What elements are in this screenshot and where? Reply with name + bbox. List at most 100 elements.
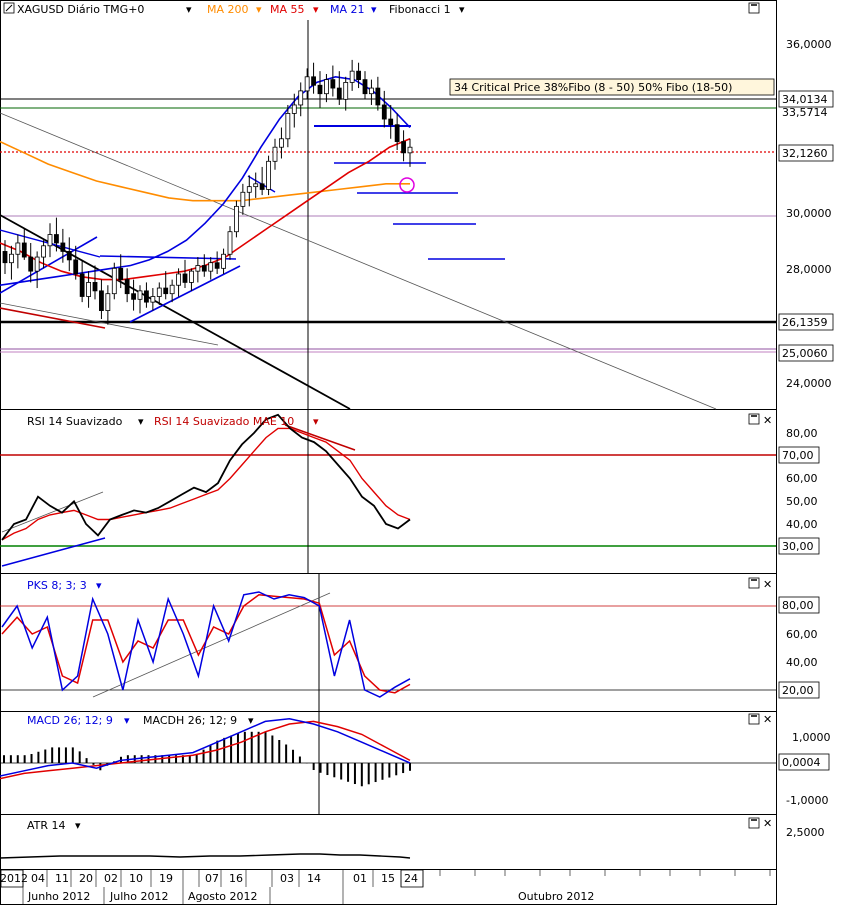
atr-close-icon[interactable]: ✕ [763,817,772,830]
rsi-trend-line-blue [1,537,106,567]
candle-body [362,79,368,95]
rsi-close-icon[interactable]: ✕ [763,414,772,427]
ma200-label[interactable]: MA 200 [207,3,249,16]
macd-close-icon[interactable]: ✕ [763,713,772,726]
atr-title[interactable]: ATR 14 [27,819,66,832]
macd-dropdown-icon[interactable]: ▾ [124,714,130,727]
fibonacci-dropdown-icon[interactable]: ▾ [459,3,465,16]
time-year-label: 2012 [0,872,28,885]
candle-body [369,87,374,95]
pks-dropdown-icon[interactable]: ▾ [96,579,102,592]
price-label-26-1359: 26,1359 [782,316,828,329]
time-day-10: 10 [129,872,143,885]
price-label-34-0134: 34,0134 [782,93,828,106]
macd-panel[interactable]: MACD 26; 12; 9 ▾ MACDH 26; 12; 9 ▾ ✕ 1,0… [0,711,831,814]
time-month-julho: Julho 2012 [109,890,168,903]
rsi-panel-frame [0,409,777,574]
candle-body [34,256,40,272]
time-day-16: 16 [229,872,243,885]
candle-body [169,284,175,295]
annotation-box[interactable]: 34 Critical Price 38%Fibo (8 - 50) 50% F… [449,78,775,96]
rsi-title[interactable]: RSI 14 Suavizado [27,415,123,428]
price-panel-frame [0,0,777,410]
candle-body [163,287,169,295]
candle-body [304,76,310,92]
fibonacci-label[interactable]: Fibonacci 1 [389,3,451,16]
price-label-25-0060: 25,0060 [782,347,828,360]
pks-panel[interactable]: PKS 8; 3; 3 ▾ ✕ 60,00 40,00 80,00 20,00 [0,573,820,711]
macdh-dropdown-icon[interactable]: ▾ [248,714,254,727]
pks-tick-60: 60,00 [786,628,818,641]
rsi-level-70-label: 70,00 [782,449,814,462]
candle-body [176,273,181,286]
candle-body [285,113,291,140]
rsi-panel[interactable]: RSI 14 Suavizado ▾ RSI 14 Suavizado MAE … [0,409,820,573]
atr-tick: 2,5000 [786,826,825,839]
trading-chart[interactable]: 34 Critical Price 38%Fibo (8 - 50) 50% F… [0,0,841,905]
rsi-mae-line [1,427,411,541]
candle-body [356,70,361,81]
candle-body [343,82,349,100]
candle-body [246,186,252,193]
atr-panel-frame [0,814,777,870]
maximize-button[interactable] [748,2,760,14]
price-legend[interactable]: XAGUSD Diário TMG+0 ▾ MA 200 ▾ MA 55 ▾ M… [3,2,465,16]
ma55-label[interactable]: MA 55 [270,3,305,16]
candle-body [214,262,220,269]
rsi-mae-title[interactable]: RSI 14 Suavizado MAE 10 [154,415,294,428]
candle-body [336,87,342,100]
pks-tick-40: 40,00 [786,656,818,669]
candle-body [92,282,98,292]
trend-line-grey-long [0,112,717,410]
candle-body [28,256,34,272]
time-day-15: 15 [381,872,395,885]
rsi-dropdown-icon[interactable]: ▾ [138,415,144,428]
price-label-32-1260: 32,1260 [782,147,828,160]
ma200-dropdown-icon[interactable]: ▾ [256,3,262,16]
candle-body [124,279,130,295]
candle-body [195,265,201,272]
time-day-24: 24 [404,872,418,885]
rsi-level-30-label: 30,00 [782,540,814,553]
ma21-label[interactable]: MA 21 [330,3,365,16]
candle-body [253,183,259,188]
candle-body [266,160,271,190]
candle-body [111,267,117,295]
price-panel[interactable]: 34 Critical Price 38%Fibo (8 - 50) 50% F… [0,2,776,410]
candle-body [131,293,136,300]
candle-body [86,282,91,297]
candle-body [401,141,406,154]
pks-k-line [1,591,411,698]
ma55-dropdown-icon[interactable]: ▾ [313,3,319,16]
candle-body [73,259,79,275]
dropdown-arrow-icon[interactable]: ▾ [186,3,192,16]
time-axis: 2012 04 11 20 02 10 19 07 16 03 14 01 15… [0,869,771,905]
candle-body [234,205,239,233]
pks-close-icon[interactable]: ✕ [763,578,772,591]
rsi-tick-50: 50,00 [786,495,818,508]
pks-level-20-label: 20,00 [782,684,814,697]
candle-body [381,104,387,120]
candle-body [41,245,46,258]
atr-dropdown-icon[interactable]: ▾ [75,819,81,832]
candle-body [279,138,284,148]
ma21-dropdown-icon[interactable]: ▾ [371,3,377,16]
rsi-line [1,413,411,541]
candle-body [298,90,304,106]
candle-body [150,296,156,303]
symbol-label[interactable]: XAGUSD Diário TMG+0 [17,3,144,16]
macd-value-label: 0,0004 [782,756,821,769]
candle-body [201,265,207,272]
pks-title[interactable]: PKS 8; 3; 3 [27,579,87,592]
atr-panel[interactable]: ATR 14 ▾ ✕ 2,5000 [0,817,825,859]
macd-tick-neg1: -1,0000 [786,794,828,807]
candle-body [208,262,214,272]
candle-body [394,124,400,142]
macd-title[interactable]: MACD 26; 12; 9 [27,714,113,727]
macd-histogram [3,731,411,787]
rsi-mae-dropdown-icon[interactable]: ▾ [313,415,319,428]
macdh-title[interactable]: MACDH 26; 12; 9 [143,714,237,727]
candle-body [291,104,297,114]
candle-body [407,146,413,154]
time-day-04: 04 [31,872,45,885]
